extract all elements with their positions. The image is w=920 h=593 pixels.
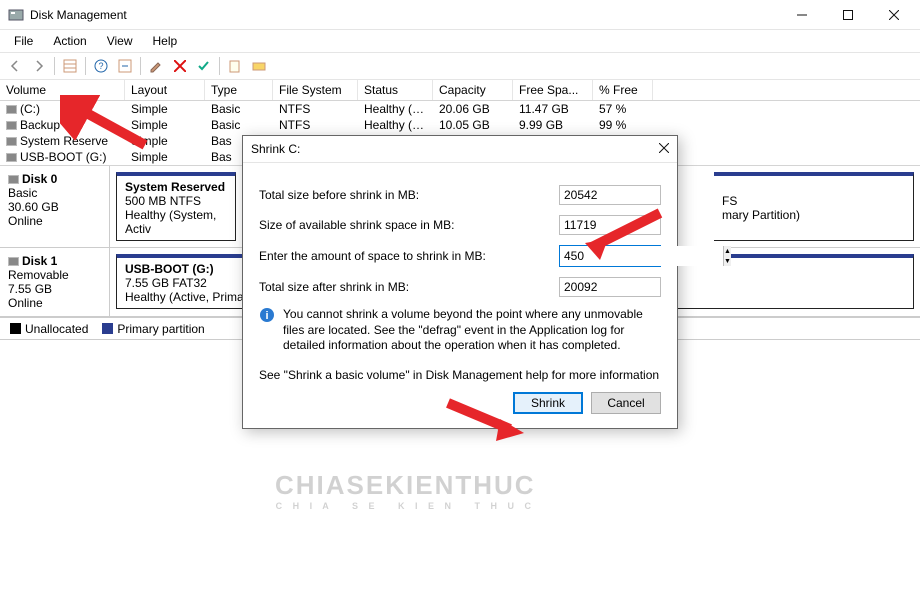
disk-0-info[interactable]: Disk 0 Basic 30.60 GB Online — [0, 166, 110, 247]
shrink-amount-spinner[interactable]: ▲ ▼ — [559, 245, 661, 267]
check-icon[interactable] — [193, 55, 215, 77]
legend-primary: Primary partition — [117, 322, 204, 336]
disk-icon — [8, 175, 19, 184]
refresh-icon[interactable] — [114, 55, 136, 77]
menu-file[interactable]: File — [6, 32, 41, 50]
column-headers: Volume Layout Type File System Status Ca… — [0, 80, 920, 101]
col-fs[interactable]: File System — [273, 80, 358, 100]
cancel-button[interactable]: Cancel — [591, 392, 661, 414]
col-capacity[interactable]: Capacity — [433, 80, 513, 100]
col-free[interactable]: Free Spa... — [513, 80, 593, 100]
info-text: You cannot shrink a volume beyond the po… — [283, 307, 661, 354]
disk-1-name: Disk 1 — [22, 254, 57, 268]
toolbar: ? — [0, 52, 920, 80]
spin-down-icon[interactable]: ▼ — [724, 256, 731, 266]
titlebar: Disk Management — [0, 0, 920, 30]
svg-text:?: ? — [98, 61, 103, 71]
disk-icon — [8, 257, 19, 266]
app-icon — [8, 7, 24, 23]
partition-system-reserved[interactable]: System Reserved 500 MB NTFS Healthy (Sys… — [116, 172, 236, 241]
part-tail-fs: FS — [722, 194, 737, 208]
shrink-dialog: Shrink C: Total size before shrink in MB… — [242, 135, 678, 429]
val-available: 11719 — [559, 215, 661, 235]
disk-0-size: 30.60 GB — [8, 200, 59, 214]
back-icon[interactable] — [4, 55, 26, 77]
disk-1-info[interactable]: Disk 1 Removable 7.55 GB Online — [0, 248, 110, 316]
dialog-title: Shrink C: — [251, 142, 659, 156]
menubar: File Action View Help — [0, 30, 920, 52]
disk-0-type: Basic — [8, 186, 37, 200]
disk-1-type: Removable — [8, 268, 69, 282]
close-button[interactable] — [880, 4, 908, 26]
val-total-before: 20542 — [559, 185, 661, 205]
part-sub: 500 MB NTFS — [125, 194, 201, 208]
disk-1-status: Online — [8, 296, 43, 310]
dialog-titlebar: Shrink C: — [243, 136, 677, 163]
shrink-amount-input[interactable] — [560, 246, 723, 266]
forward-icon[interactable] — [28, 55, 50, 77]
help-icon[interactable]: ? — [90, 55, 112, 77]
lbl-total-after: Total size after shrink in MB: — [259, 280, 559, 294]
table-row[interactable]: BackupSimpleBasicNTFSHealthy (P...10.05 … — [0, 117, 920, 133]
swatch-primary — [102, 323, 113, 334]
disk-0-status: Online — [8, 214, 43, 228]
lbl-total-before: Total size before shrink in MB: — [259, 188, 559, 202]
table-icon[interactable] — [59, 55, 81, 77]
shrink-button[interactable]: Shrink — [513, 392, 583, 414]
delete-icon[interactable] — [169, 55, 191, 77]
menu-help[interactable]: Help — [145, 32, 186, 50]
spin-up-icon[interactable]: ▲ — [724, 246, 731, 256]
dialog-close-icon[interactable] — [659, 142, 669, 156]
col-type[interactable]: Type — [205, 80, 273, 100]
col-layout[interactable]: Layout — [125, 80, 205, 100]
disk-1-size: 7.55 GB — [8, 282, 52, 296]
lbl-amount: Enter the amount of space to shrink in M… — [259, 249, 559, 263]
menu-action[interactable]: Action — [45, 32, 94, 50]
watermark: CHIASEKIENTHUCC H I A S E K I E N T H U … — [275, 470, 536, 511]
window-title: Disk Management — [30, 8, 788, 22]
part-tail-health: mary Partition) — [722, 208, 800, 222]
properties-icon[interactable] — [145, 55, 167, 77]
val-total-after: 20092 — [559, 277, 661, 297]
col-pct[interactable]: % Free — [593, 80, 653, 100]
menu-view[interactable]: View — [99, 32, 141, 50]
partition-tail[interactable]: FS mary Partition) — [714, 172, 914, 241]
col-status[interactable]: Status — [358, 80, 433, 100]
svg-text:i: i — [265, 310, 268, 322]
info-icon: i — [259, 307, 275, 354]
minimize-button[interactable] — [788, 4, 816, 26]
part-title: System Reserved — [125, 180, 225, 194]
col-volume[interactable]: Volume — [0, 80, 125, 100]
maximize-button[interactable] — [834, 4, 862, 26]
table-row[interactable]: (C:)SimpleBasicNTFSHealthy (B...20.06 GB… — [0, 101, 920, 117]
new-icon[interactable] — [224, 55, 246, 77]
lbl-available: Size of available shrink space in MB: — [259, 218, 559, 232]
partition-icon[interactable] — [248, 55, 270, 77]
part-sub: 7.55 GB FAT32 — [125, 276, 207, 290]
see-text: See "Shrink a basic volume" in Disk Mana… — [259, 368, 661, 382]
part-title: USB-BOOT (G:) — [125, 262, 214, 276]
disk-0-name: Disk 0 — [22, 172, 57, 186]
swatch-unallocated — [10, 323, 21, 334]
part-health: Healthy (System, Activ — [125, 208, 216, 236]
legend-unallocated: Unallocated — [25, 322, 88, 336]
